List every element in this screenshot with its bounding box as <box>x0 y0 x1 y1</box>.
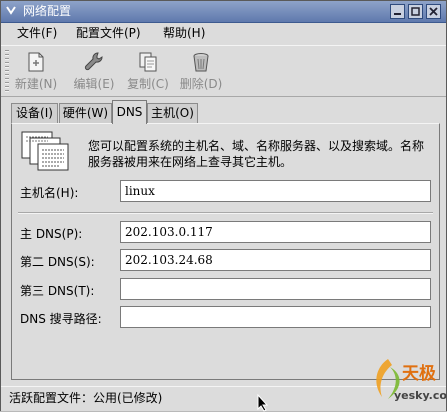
wrench-icon <box>84 52 103 71</box>
notebook-tabs: 设备(I) 硬件(W) DNS 主机(O) <box>11 100 441 124</box>
tertiary-dns-input[interactable] <box>120 278 431 300</box>
trash-icon <box>193 53 209 72</box>
copy-button[interactable]: 复制(C) <box>125 50 171 94</box>
search-path-label: DNS 搜寻路径: <box>20 312 102 326</box>
mouse-pointer-icon <box>257 394 269 412</box>
menu-file[interactable]: 文件(F) <box>17 26 57 41</box>
tertiary-dns-label: 第三 DNS(T): <box>20 284 95 298</box>
watermark-brand: 天极 <box>402 364 436 384</box>
yesky-watermark: 天极 yesky.com <box>368 351 447 411</box>
maximize-button[interactable] <box>408 4 423 19</box>
primary-dns-input[interactable] <box>120 221 431 243</box>
secondary-dns-label: 第二 DNS(S): <box>20 255 95 269</box>
separator <box>18 212 433 214</box>
hostname-label: 主机名(H): <box>20 186 79 200</box>
menu-profile[interactable]: 配置文件(P) <box>76 26 141 41</box>
delete-button-label: 删除(D) <box>179 77 223 91</box>
primary-dns-label: 主 DNS(P): <box>20 227 83 241</box>
copy-icon <box>139 52 157 72</box>
tab-hardware[interactable]: 硬件(W) <box>59 103 112 123</box>
new-document-icon <box>28 52 44 72</box>
close-button[interactable] <box>426 4 441 19</box>
watermark-domain: yesky.com <box>394 389 447 402</box>
window-menu-icon[interactable] <box>4 4 18 18</box>
minimize-button[interactable] <box>390 4 405 19</box>
status-text: 活跃配置文件：公用(已修改) <box>9 391 163 405</box>
dns-panel: 您可以配置系统的主机名、域、名称服务器、以及搜索域。名称服务器被用来在网络上查寻… <box>11 123 440 380</box>
window-title: 网络配置 <box>23 4 72 18</box>
tab-dns[interactable]: DNS <box>112 100 147 124</box>
menu-bar: 文件(F) 配置文件(P) 帮助(H) <box>1 23 446 44</box>
network-config-window: 网络配置 文件(F) 配置文件(P) 帮助(H) 新建(N) 编辑(E) 复制(… <box>0 0 447 412</box>
menu-help[interactable]: 帮助(H) <box>163 26 205 41</box>
tab-devices[interactable]: 设备(I) <box>11 103 58 123</box>
edit-button[interactable]: 编辑(E) <box>71 50 117 94</box>
delete-button[interactable]: 删除(D) <box>178 50 224 94</box>
title-bar[interactable]: 网络配置 <box>1 1 446 23</box>
hostname-input[interactable] <box>120 180 431 202</box>
dns-description: 您可以配置系统的主机名、域、名称服务器、以及搜索域。名称服务器被用来在网络上查寻… <box>88 139 425 169</box>
dns-info-icon <box>20 130 76 179</box>
edit-button-label: 编辑(E) <box>73 77 115 91</box>
search-path-input[interactable] <box>120 306 431 328</box>
toolbar-grip-handle[interactable] <box>5 50 9 92</box>
tab-hosts[interactable]: 主机(O) <box>147 103 198 123</box>
new-button-label: 新建(N) <box>14 77 58 91</box>
copy-button-label: 复制(C) <box>127 77 169 91</box>
new-button[interactable]: 新建(N) <box>13 50 59 94</box>
toolbar: 新建(N) 编辑(E) 复制(C) 删除(D) <box>1 45 446 97</box>
secondary-dns-input[interactable] <box>120 249 431 271</box>
